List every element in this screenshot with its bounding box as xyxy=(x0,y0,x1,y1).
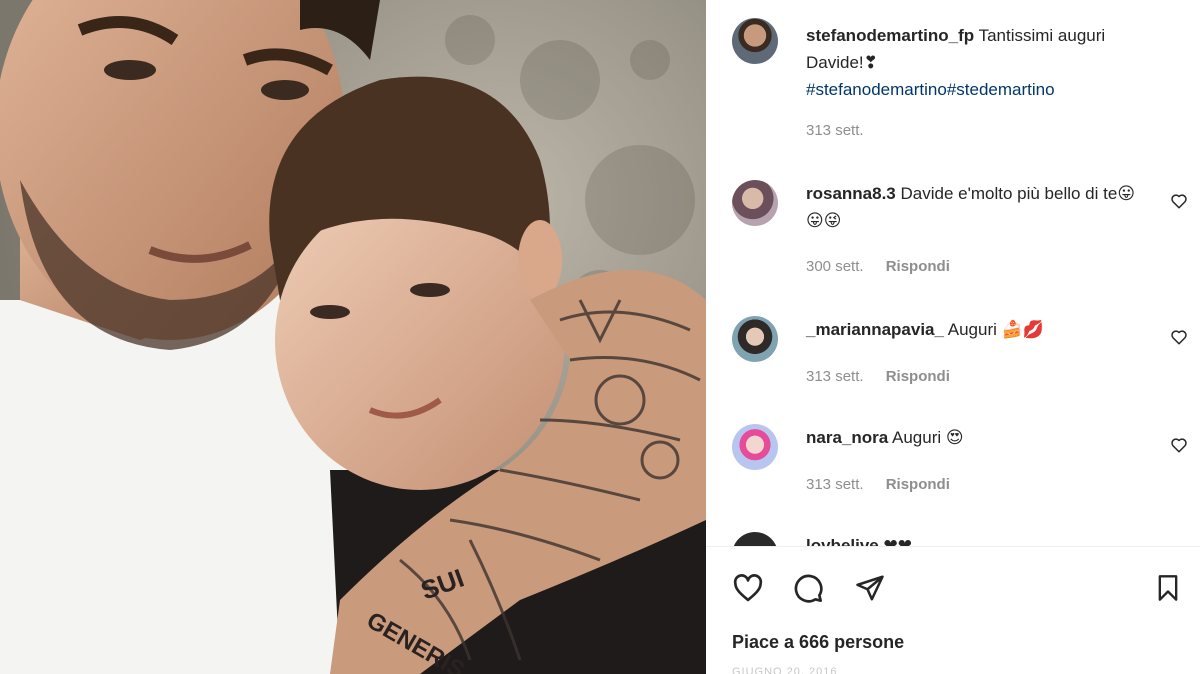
comment-timestamp: 313 sett. xyxy=(806,476,864,493)
comment-body: ❤❤ xyxy=(883,536,913,546)
reply-button[interactable]: Rispondi xyxy=(886,258,950,275)
commenter-avatar[interactable] xyxy=(732,424,778,470)
reply-button[interactable]: Rispondi xyxy=(886,368,950,385)
comment-text: _mariannapavia_ Auguri 🍰💋 xyxy=(806,316,1136,343)
comment-text: rosanna8.3 Davide e'molto più bello di t… xyxy=(806,180,1136,234)
share-icon xyxy=(856,575,884,601)
commenter-username[interactable]: rosanna8.3 xyxy=(806,184,896,203)
comment-body: Auguri 🍰💋 xyxy=(947,320,1044,339)
commenter-avatar[interactable] xyxy=(732,532,778,546)
like-comment-heart-icon[interactable] xyxy=(1170,192,1188,210)
author-username[interactable]: stefanodemartino_fp xyxy=(806,26,974,45)
reply-button[interactable]: Rispondi xyxy=(886,476,950,493)
comment-meta: 313 sett. Rispondi xyxy=(806,476,950,493)
comment-item: lovbelive ❤❤ xyxy=(732,532,1182,546)
commenter-username[interactable]: lovbelive xyxy=(806,536,879,546)
post-action-bar xyxy=(730,570,1178,606)
share-button[interactable] xyxy=(852,570,888,606)
comment-body: Auguri 😍 xyxy=(892,428,964,447)
comment-icon xyxy=(794,574,823,603)
comment-text: nara_nora Auguri 😍 xyxy=(806,424,1136,451)
post-side-panel: stefanodemartino_fp Tantissimi auguri Da… xyxy=(706,0,1200,674)
comment-timestamp: 313 sett. xyxy=(806,368,864,385)
comment-timestamp: 300 sett. xyxy=(806,258,864,275)
commenter-username[interactable]: nara_nora xyxy=(806,428,888,447)
commenter-avatar[interactable] xyxy=(732,180,778,226)
like-comment-heart-icon[interactable] xyxy=(1170,436,1188,454)
like-comment-heart-icon[interactable] xyxy=(1170,328,1188,346)
post-photo: SUI GENERIS xyxy=(0,0,706,674)
likes-count[interactable]: Piace a 666 persone xyxy=(732,632,904,653)
comment-text: lovbelive ❤❤ xyxy=(806,532,1136,546)
caption-hashtags[interactable]: #stefanodemartino#stedemartino xyxy=(806,80,1055,99)
comment-button[interactable] xyxy=(790,570,826,606)
commenter-username[interactable]: _mariannapavia_ xyxy=(806,320,944,339)
author-avatar[interactable] xyxy=(732,18,778,64)
photo-illustration: SUI GENERIS xyxy=(0,0,706,674)
save-button[interactable] xyxy=(1150,570,1186,606)
comment-meta: 300 sett. Rispondi xyxy=(806,258,950,275)
comment-meta: 313 sett. Rispondi xyxy=(806,368,950,385)
heart-icon xyxy=(733,574,763,602)
commenter-avatar[interactable] xyxy=(732,316,778,362)
like-button[interactable] xyxy=(730,570,766,606)
bookmark-icon xyxy=(1158,575,1178,601)
post-date: GIUGNO 20, 2016 xyxy=(732,666,838,674)
caption-timestamp: 313 sett. xyxy=(806,122,864,139)
divider xyxy=(706,546,1200,547)
caption-text: stefanodemartino_fp Tantissimi auguri Da… xyxy=(806,22,1166,103)
